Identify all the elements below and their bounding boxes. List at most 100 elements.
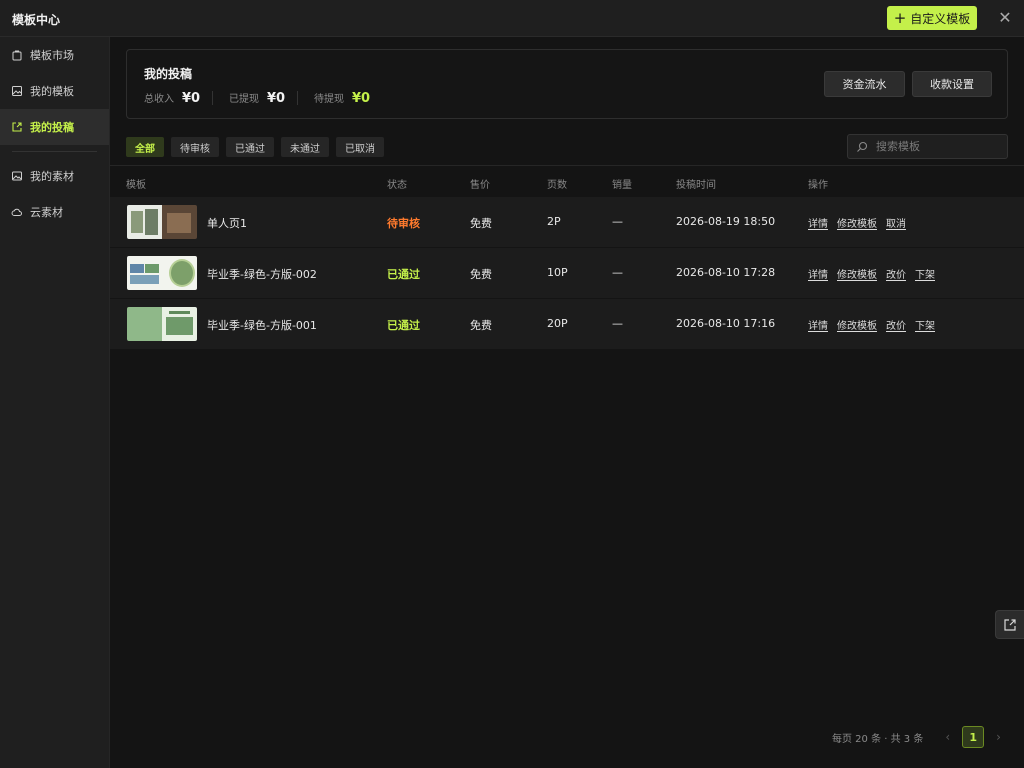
pagination: 每页 20 条 · 共 3 条 ‹ 1 › xyxy=(832,726,1001,748)
change-price-link[interactable]: 改价 xyxy=(886,266,906,281)
template-thumbnail[interactable] xyxy=(127,256,197,290)
sales: — xyxy=(612,317,623,330)
price: 免费 xyxy=(470,319,492,332)
withdrawn-label: 已提现 xyxy=(229,94,259,105)
bag-icon xyxy=(12,50,22,61)
prev-page-icon[interactable]: ‹ xyxy=(945,730,950,744)
withdrawn-value: ¥0 xyxy=(267,91,286,106)
pagination-info: 每页 20 条 · 共 3 条 xyxy=(832,733,924,745)
sidebar-item-my-submissions[interactable]: 我的投稿 xyxy=(0,109,109,145)
table-row: 毕业季-绿色-方版-002 已通过 免费 10P — 2026-08-10 17… xyxy=(110,248,1024,298)
edit-template-link[interactable]: 修改模板 xyxy=(837,317,877,332)
page-title: 我的投稿 xyxy=(144,67,193,81)
sidebar-item-label: 我的素材 xyxy=(30,170,74,183)
cancel-link[interactable]: 取消 xyxy=(886,215,906,230)
template-thumbnail[interactable] xyxy=(127,307,197,341)
template-name: 毕业季-绿色-方版-002 xyxy=(207,268,317,281)
column-actions: 操作 xyxy=(808,180,828,191)
filter-cancelled[interactable]: 已取消 xyxy=(336,137,384,157)
sidebar-item-label: 我的投稿 xyxy=(30,121,74,134)
row-actions: 详情 修改模板 取消 xyxy=(808,215,906,230)
price: 免费 xyxy=(470,268,492,281)
template-name: 单人页1 xyxy=(207,217,247,230)
share-export-icon xyxy=(12,122,22,132)
cloud-icon xyxy=(11,208,22,216)
filter-rejected[interactable]: 未通过 xyxy=(281,137,329,157)
pages: 10P xyxy=(547,266,568,279)
page-button[interactable]: 1 xyxy=(962,726,985,748)
details-link[interactable]: 详情 xyxy=(808,266,828,281)
custom-template-button[interactable]: + 自定义模板 xyxy=(887,6,977,30)
status-badge: 已通过 xyxy=(387,268,420,281)
sidebar-item-my-materials[interactable]: 我的素材 xyxy=(0,158,109,194)
sidebar-item-my-templates[interactable]: 我的模板 xyxy=(0,73,109,109)
payment-settings-button[interactable]: 收款设置 xyxy=(912,71,992,97)
sidebar-item-template-market[interactable]: 模板市场 xyxy=(0,37,109,73)
pending-withdraw-stat: 待提现 ¥0 xyxy=(314,90,370,106)
search-input[interactable] xyxy=(876,140,996,153)
title-bar: 模板中心 + 自定义模板 ✕ xyxy=(0,0,1024,37)
divider xyxy=(110,165,1024,166)
sidebar-item-label: 模板市场 xyxy=(30,49,74,62)
sidebar-item-cloud-materials[interactable]: 云素材 xyxy=(0,194,109,230)
status-filter-tabs: 全部 待审核 已通过 未通过 已取消 xyxy=(126,137,384,157)
pending-withdraw-label: 待提现 xyxy=(314,94,344,105)
search-icon xyxy=(857,141,868,152)
column-status: 状态 xyxy=(387,180,407,191)
column-template: 模板 xyxy=(126,180,146,191)
share-float-button[interactable] xyxy=(995,610,1024,639)
filter-all[interactable]: 全部 xyxy=(126,137,164,157)
table-row: 毕业季-绿色-方版-001 已通过 免费 20P — 2026-08-10 17… xyxy=(110,299,1024,349)
details-link[interactable]: 详情 xyxy=(808,317,828,332)
table-header: 模板 状态 售价 页数 销量 投稿时间 操作 xyxy=(110,170,1024,194)
status-badge: 待审核 xyxy=(387,217,420,230)
pages: 2P xyxy=(547,215,561,228)
sales: — xyxy=(612,266,623,279)
cashflow-button[interactable]: 资金流水 xyxy=(824,71,905,97)
withdrawn-stat: 已提现 ¥0 xyxy=(229,90,285,106)
close-icon[interactable]: ✕ xyxy=(996,9,1014,27)
divider xyxy=(297,91,298,105)
change-price-link[interactable]: 改价 xyxy=(886,317,906,332)
table-row: 单人页1 待审核 免费 2P — 2026-08-19 18:50 详情 修改模… xyxy=(110,197,1024,247)
column-sales: 销量 xyxy=(612,180,632,191)
next-page-icon[interactable]: › xyxy=(996,730,1001,744)
details-link[interactable]: 详情 xyxy=(808,215,828,230)
custom-template-label: 自定义模板 xyxy=(910,11,971,26)
sales: — xyxy=(612,215,623,228)
row-actions: 详情 修改模板 改价 下架 xyxy=(808,317,935,332)
pages: 20P xyxy=(547,317,568,330)
image-book-icon xyxy=(12,86,22,96)
income-summary-card: 我的投稿 总收入 ¥0 已提现 ¥0 待提现 ¥0 资金流水 收款设置 xyxy=(126,49,1008,119)
column-submit-time: 投稿时间 xyxy=(676,180,716,191)
template-name: 毕业季-绿色-方版-001 xyxy=(207,319,317,332)
sidebar-divider xyxy=(12,151,97,152)
total-income-value: ¥0 xyxy=(182,91,201,106)
sidebar: 模板市场 我的模板 我的投稿 我的素材 云素材 xyxy=(0,37,110,768)
unlist-link[interactable]: 下架 xyxy=(915,266,935,281)
price: 免费 xyxy=(470,217,492,230)
plus-icon: + xyxy=(893,8,907,27)
status-badge: 已通过 xyxy=(387,319,420,332)
template-thumbnail[interactable] xyxy=(127,205,197,239)
filter-passed[interactable]: 已通过 xyxy=(226,137,274,157)
column-price: 售价 xyxy=(470,180,490,191)
edit-template-link[interactable]: 修改模板 xyxy=(837,266,877,281)
picture-icon xyxy=(12,171,22,181)
submit-time: 2026-08-19 18:50 xyxy=(676,215,776,228)
submit-time: 2026-08-10 17:16 xyxy=(676,317,776,330)
divider xyxy=(212,91,213,105)
pending-withdraw-value: ¥0 xyxy=(352,91,371,106)
total-income-stat: 总收入 ¥0 xyxy=(144,90,200,106)
app-title: 模板中心 xyxy=(12,13,61,27)
search-box[interactable] xyxy=(847,134,1008,159)
external-link-icon xyxy=(1004,618,1016,631)
sidebar-item-label: 云素材 xyxy=(30,206,63,219)
filter-pending[interactable]: 待审核 xyxy=(171,137,219,157)
unlist-link[interactable]: 下架 xyxy=(915,317,935,332)
row-actions: 详情 修改模板 改价 下架 xyxy=(808,266,935,281)
submit-time: 2026-08-10 17:28 xyxy=(676,266,776,279)
total-income-label: 总收入 xyxy=(144,94,174,105)
column-pages: 页数 xyxy=(547,180,567,191)
edit-template-link[interactable]: 修改模板 xyxy=(837,215,877,230)
